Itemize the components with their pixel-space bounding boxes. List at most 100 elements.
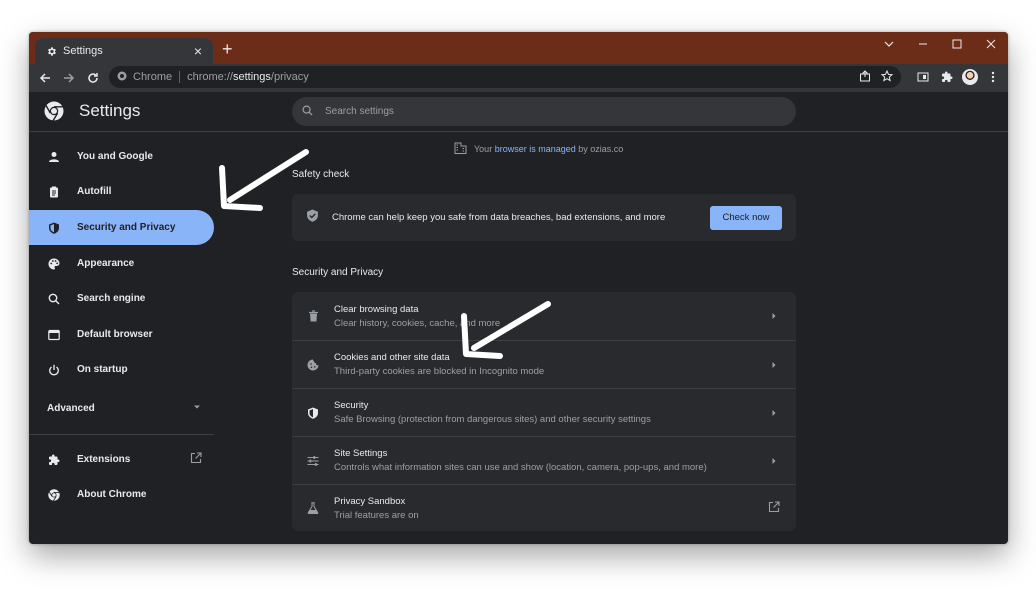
managed-link[interactable]: browser is managed [495, 144, 576, 154]
advanced-toggle[interactable]: Advanced [47, 403, 201, 414]
safety-check-card: Chrome can help keep you safe from data … [292, 194, 796, 241]
annotation-arrow-sidebar-icon [219, 149, 309, 211]
chevron-right-icon [766, 309, 782, 323]
search-input[interactable] [325, 106, 725, 117]
person-icon [47, 150, 61, 164]
row-subtitle: Safe Browsing (protection from dangerous… [334, 414, 651, 425]
cookie-icon [306, 358, 320, 372]
row-title: Site Settings [334, 448, 388, 459]
url-scheme: chrome:// [187, 71, 233, 83]
safety-check-text: Chrome can help keep you safe from data … [332, 212, 666, 223]
sidebar-item-autofill[interactable]: Autofill [29, 174, 214, 209]
back-icon[interactable] [33, 66, 57, 90]
window-controls [872, 32, 1008, 56]
chevron-right-icon [766, 454, 782, 468]
sidebar-item-label: About Chrome [77, 489, 147, 500]
settings-header: Settings [29, 92, 1008, 132]
clipboard-icon [47, 185, 61, 199]
browser-window: Settings × + Chrome chrome://settings/pr… [29, 32, 1008, 544]
check-now-button[interactable]: Check now [710, 205, 782, 230]
building-icon [454, 142, 467, 156]
address-bar[interactable]: Chrome chrome://settings/privacy [109, 66, 901, 88]
chevron-right-icon [766, 406, 782, 420]
omnibox-divider [179, 71, 181, 83]
chrome-logo-icon [44, 101, 64, 122]
browser-window-icon [47, 328, 61, 342]
site-chip-label: Chrome [133, 71, 173, 83]
row-subtitle: Trial features are on [334, 509, 419, 521]
row-site-settings[interactable]: Site Settings Controls what information … [292, 436, 796, 484]
chevron-down-icon [193, 403, 201, 414]
omnibox-actions [859, 69, 894, 87]
managed-prefix: Your [474, 144, 493, 154]
row-title: Privacy Sandbox [334, 495, 406, 507]
row-title: Security [334, 400, 369, 411]
gear-icon [45, 45, 57, 57]
minimize-icon[interactable] [906, 32, 940, 56]
search-icon [47, 292, 61, 306]
toolbar: Chrome chrome://settings/privacy [29, 64, 1008, 92]
sidebar-item-appearance[interactable]: Appearance [29, 246, 214, 281]
url-host: settings [232, 71, 271, 83]
power-icon [47, 363, 61, 377]
chrome-site-icon [117, 68, 127, 86]
advanced-label: Advanced [47, 403, 95, 414]
sliders-icon [306, 454, 320, 468]
settings-search-box[interactable] [292, 97, 796, 126]
url-text: chrome://settings/privacy [187, 71, 309, 83]
sidebar-item-label: Search engine [77, 293, 146, 304]
sidebar-item-label: Extensions [77, 454, 131, 465]
external-link-icon[interactable] [766, 500, 782, 516]
toolbar-actions [914, 66, 1002, 88]
puzzle-icon [47, 453, 61, 467]
reading-mode-icon[interactable] [914, 66, 932, 88]
sidebar: You and Google Autofill Security and Pri… [29, 133, 229, 544]
menu-kebab-icon[interactable] [984, 66, 1002, 88]
url-path: /privacy [270, 71, 309, 83]
reload-icon[interactable] [81, 66, 105, 90]
profile-avatar[interactable] [962, 69, 978, 85]
chrome-logo-icon [47, 488, 61, 502]
chevron-right-icon [766, 358, 782, 372]
extensions-puzzle-icon[interactable] [938, 66, 956, 88]
search-icon [302, 103, 313, 121]
sidebar-item-search-engine[interactable]: Search engine [29, 281, 214, 316]
share-icon[interactable] [859, 69, 871, 87]
managed-suffix: by ozias.co [578, 144, 624, 154]
trash-icon [306, 309, 320, 323]
section-heading-security-privacy: Security and Privacy [292, 267, 384, 278]
sidebar-item-on-startup[interactable]: On startup [29, 352, 214, 387]
sidebar-item-you-and-google[interactable]: You and Google [29, 139, 214, 174]
page-title: Settings [79, 101, 141, 120]
forward-icon[interactable] [57, 66, 81, 90]
new-tab-button[interactable]: + [222, 40, 233, 58]
sidebar-item-label: You and Google [77, 151, 153, 162]
sidebar-item-default-browser[interactable]: Default browser [29, 317, 214, 352]
sidebar-item-label: Appearance [77, 258, 135, 269]
palette-icon [47, 257, 61, 271]
close-window-icon[interactable] [974, 32, 1008, 56]
bookmark-star-icon[interactable] [880, 69, 894, 87]
tab-close-icon[interactable]: × [191, 44, 205, 58]
title-bar: Settings × + [29, 32, 1008, 64]
row-text: Security Safe Browsing (protection from … [334, 400, 766, 425]
tab-settings[interactable]: Settings × [35, 38, 213, 64]
row-security[interactable]: Security Safe Browsing (protection from … [292, 388, 796, 436]
sidebar-item-label: Autofill [77, 186, 112, 197]
row-text: Privacy Sandbox Trial features are on [334, 496, 766, 521]
shield-icon [47, 221, 61, 235]
sidebar-item-about-chrome[interactable]: About Chrome [29, 477, 214, 512]
row-subtitle: Controls what information sites can use … [334, 462, 707, 473]
tab-title: Settings [63, 45, 103, 57]
tab-search-icon[interactable] [872, 32, 906, 56]
sidebar-item-label: On startup [77, 364, 128, 375]
shield-icon [306, 406, 320, 420]
annotation-arrow-cookies-icon [461, 301, 551, 359]
sidebar-item-security-and-privacy[interactable]: Security and Privacy [29, 210, 214, 245]
sidebar-item-label: Security and Privacy [77, 222, 176, 233]
managed-notice: Your browser is managed by ozias.co [454, 142, 623, 156]
row-privacy-sandbox[interactable]: Privacy Sandbox Trial features are on [292, 484, 796, 531]
row-text: Site Settings Controls what information … [334, 448, 766, 473]
sidebar-item-extensions[interactable]: Extensions [29, 442, 214, 477]
maximize-icon[interactable] [940, 32, 974, 56]
